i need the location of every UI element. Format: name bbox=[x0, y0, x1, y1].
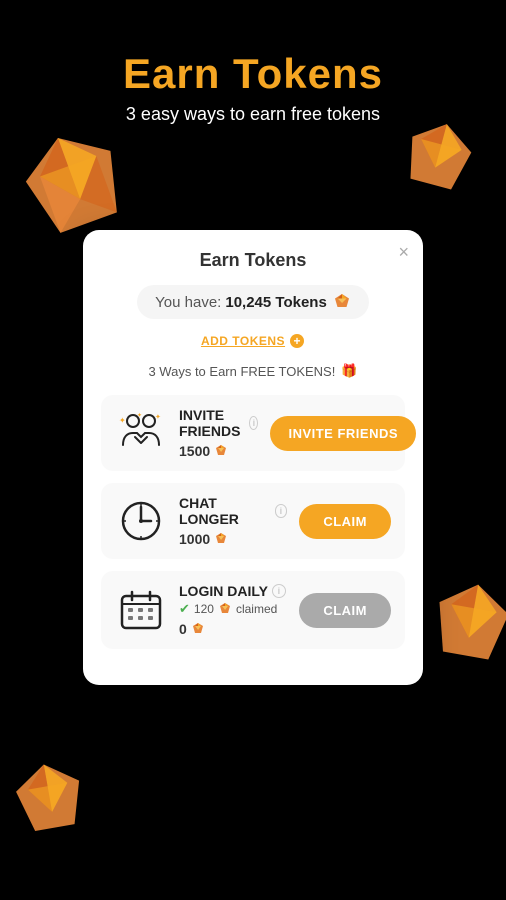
claimed-check-icon: ✔ bbox=[179, 601, 190, 617]
svg-text:✦: ✦ bbox=[137, 412, 142, 419]
chat-tokens-amount: 1000 bbox=[179, 531, 210, 547]
add-tokens-icon: + bbox=[289, 333, 305, 349]
invite-tokens-amount: 1500 bbox=[179, 443, 210, 459]
gem-decoration-right-mid bbox=[426, 580, 506, 670]
close-button[interactable]: × bbox=[398, 242, 409, 263]
token-gem-icon bbox=[333, 293, 351, 311]
login-icon-container bbox=[115, 584, 167, 636]
you-have-label: You have: bbox=[155, 294, 221, 311]
gem-decoration-top-right bbox=[401, 120, 476, 195]
earn-item-chat: CHAT LONGER i 1000 CLAIM bbox=[101, 483, 405, 559]
svg-text:+: + bbox=[294, 334, 301, 348]
login-icon bbox=[117, 586, 165, 634]
gem-decoration-top-left bbox=[20, 130, 130, 240]
chat-gem-icon bbox=[214, 532, 228, 546]
token-count-container: You have: 10,245 Tokens bbox=[137, 285, 369, 319]
earn-item-invite: ✦ ✦ ✦ INVITE FRIENDS i 1500 INVITE FR bbox=[101, 395, 405, 471]
invite-icon-container: ✦ ✦ ✦ bbox=[115, 407, 167, 459]
gem-decoration-bottom-left bbox=[10, 760, 90, 840]
login-tokens-amount: 0 bbox=[179, 621, 187, 637]
chat-icon bbox=[117, 497, 165, 545]
ways-label: 3 Ways to Earn FREE TOKENS! bbox=[148, 364, 335, 379]
page-title: Earn Tokens bbox=[0, 50, 506, 98]
login-tokens-row: 0 bbox=[179, 621, 287, 637]
claimed-label: claimed bbox=[236, 602, 277, 616]
invite-action: INVITE FRIENDS bbox=[270, 416, 416, 451]
svg-text:✦: ✦ bbox=[155, 413, 161, 421]
login-action: CLAIM bbox=[299, 593, 391, 628]
add-tokens-link[interactable]: ADD TOKENS bbox=[201, 334, 285, 348]
login-daily-name: LOGIN DAILY i bbox=[179, 583, 287, 599]
page-subtitle: 3 easy ways to earn free tokens bbox=[0, 104, 506, 125]
invite-friends-button[interactable]: INVITE FRIENDS bbox=[270, 416, 416, 451]
invite-tokens-row: 1500 bbox=[179, 443, 258, 459]
header: Earn Tokens 3 easy ways to earn free tok… bbox=[0, 0, 506, 125]
gift-icon: 🎁 bbox=[341, 363, 357, 379]
chat-icon-container bbox=[115, 495, 167, 547]
claimed-row: ✔ 120 claimed bbox=[179, 601, 287, 617]
modal-title: Earn Tokens bbox=[101, 250, 405, 271]
invite-gem-icon bbox=[214, 444, 228, 458]
invite-icon: ✦ ✦ ✦ bbox=[117, 409, 165, 457]
invite-info-dot: i bbox=[249, 416, 258, 430]
login-info-dot: i bbox=[272, 584, 286, 598]
invite-friends-info: INVITE FRIENDS i 1500 bbox=[179, 407, 258, 459]
chat-info-dot: i bbox=[275, 504, 288, 518]
chat-tokens-row: 1000 bbox=[179, 531, 287, 547]
token-count-value: 10,245 Tokens bbox=[225, 294, 326, 311]
chat-claim-button[interactable]: CLAIM bbox=[299, 504, 391, 539]
login-daily-info: LOGIN DAILY i ✔ 120 claimed 0 bbox=[179, 583, 287, 637]
ways-row: 3 Ways to Earn FREE TOKENS! 🎁 bbox=[101, 363, 405, 379]
login-gem-icon bbox=[191, 622, 205, 636]
earn-tokens-modal: × Earn Tokens You have: 10,245 Tokens AD… bbox=[83, 230, 423, 685]
claimed-gem-icon bbox=[218, 602, 232, 616]
invite-friends-name: INVITE FRIENDS i bbox=[179, 407, 258, 439]
chat-action: CLAIM bbox=[299, 504, 391, 539]
earn-item-login: LOGIN DAILY i ✔ 120 claimed 0 bbox=[101, 571, 405, 649]
add-tokens-row: ADD TOKENS + bbox=[101, 333, 405, 349]
chat-longer-name: CHAT LONGER i bbox=[179, 495, 287, 527]
svg-text:✦: ✦ bbox=[119, 416, 126, 425]
login-claim-button[interactable]: CLAIM bbox=[299, 593, 391, 628]
claimed-amount: 120 bbox=[194, 602, 214, 616]
chat-longer-info: CHAT LONGER i 1000 bbox=[179, 495, 287, 547]
